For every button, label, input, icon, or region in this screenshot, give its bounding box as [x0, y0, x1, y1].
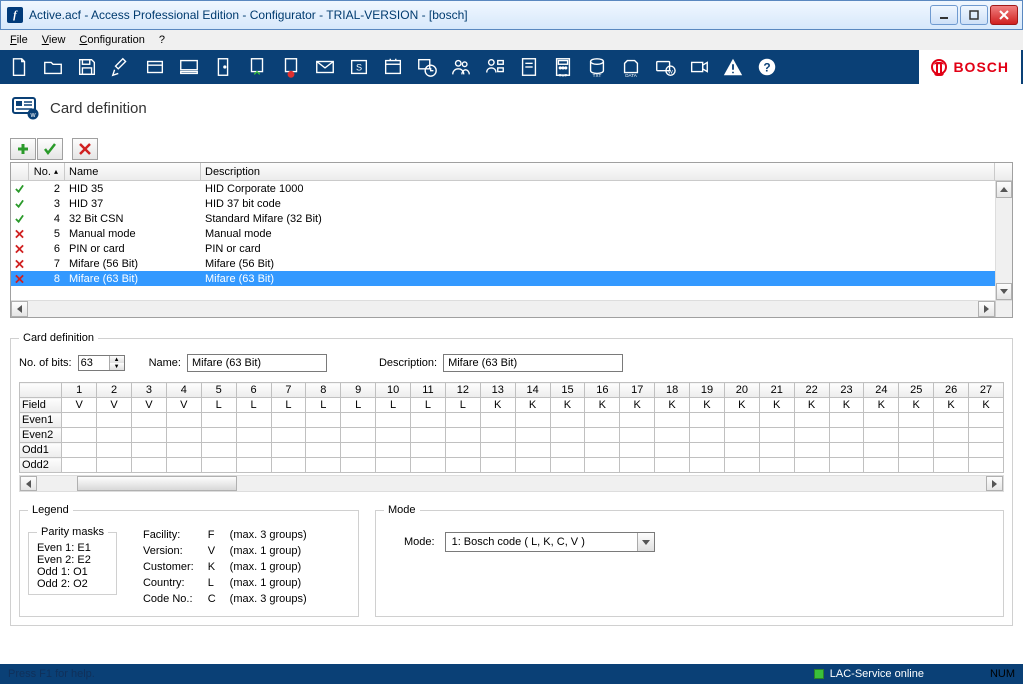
menu-file[interactable]: File [4, 32, 34, 48]
menu-configuration[interactable]: Configuration [73, 32, 150, 48]
calendar-icon[interactable] [376, 50, 410, 84]
parity-masks: Parity masks Even 1: E1Even 2: E2Odd 1: … [28, 526, 117, 595]
bosch-logo: BOSCH [919, 50, 1021, 84]
status-bar: Press F1 for help. LAC-Service online NU… [0, 664, 1023, 684]
service-status: LAC-Service online [830, 668, 924, 680]
help-icon[interactable]: ? [750, 50, 784, 84]
persons-icon[interactable] [444, 50, 478, 84]
name-label: Name: [149, 357, 181, 369]
open-icon[interactable] [36, 50, 70, 84]
legend-table: Facility:F(max. 3 groups)Version:V(max. … [135, 526, 315, 608]
schedule-icon[interactable]: S [342, 50, 376, 84]
svg-text:?: ? [763, 61, 770, 75]
service-led-icon [814, 669, 824, 679]
col-desc[interactable]: Description [201, 163, 995, 180]
save-icon[interactable] [70, 50, 104, 84]
table-row[interactable]: 8Mifare (63 Bit)Mifare (63 Bit) [11, 271, 1012, 286]
add-row-button[interactable] [10, 138, 36, 160]
mode-combo[interactable]: 1: Bosch code ( L, K, C, V ) [445, 532, 655, 552]
main-toolbar: S TXT TXT DATA w ? BOSCH [0, 50, 1023, 84]
calculator-icon[interactable]: TXT [546, 50, 580, 84]
bit-table[interactable]: 1234567891011121314151617181920212223242… [19, 382, 1004, 473]
svg-text:w: w [29, 112, 36, 119]
mail-icon[interactable] [308, 50, 342, 84]
menu-bar: File View Configuration ? [0, 30, 1023, 50]
delete-row-button[interactable] [72, 138, 98, 160]
close-button[interactable] [990, 5, 1018, 25]
menu-view[interactable]: View [36, 32, 72, 48]
apply-row-button[interactable] [37, 138, 63, 160]
clock-icon[interactable] [410, 50, 444, 84]
card-definition-fieldset: Card definition No. of bits: ▲▼ Name: De… [10, 332, 1013, 626]
settings-icon[interactable] [104, 50, 138, 84]
svg-text:TXT: TXT [593, 73, 602, 78]
page-title: Card definition [50, 100, 147, 117]
col-no[interactable]: No. ▴ [29, 163, 65, 180]
desc-label: Description: [379, 357, 437, 369]
bit-hscrollbar[interactable] [19, 475, 1004, 492]
bits-spinner[interactable]: ▲▼ [78, 355, 125, 371]
warning-icon[interactable] [716, 50, 750, 84]
legend-fieldset: Legend Parity masks Even 1: E1Even 2: E2… [19, 504, 359, 617]
menu-help[interactable]: ? [153, 32, 171, 48]
window-titlebar: f Active.acf - Access Professional Editi… [0, 0, 1023, 30]
camera-icon[interactable] [682, 50, 716, 84]
door-icon[interactable] [206, 50, 240, 84]
svg-text:DATA: DATA [625, 73, 637, 78]
card-grid[interactable]: No. ▴ Name Description 2HID 35HID Corpor… [10, 162, 1013, 318]
spin-up-icon[interactable]: ▲ [109, 356, 124, 363]
desc-input[interactable] [443, 354, 623, 372]
minimize-button[interactable] [930, 5, 958, 25]
page-icon: w [12, 96, 40, 120]
numlock-indicator: NUM [990, 668, 1015, 680]
reader-down-icon[interactable] [274, 50, 308, 84]
window-title: Active.acf - Access Professional Edition… [29, 8, 930, 22]
svg-text:S: S [356, 63, 362, 73]
card-def-icon[interactable]: w [648, 50, 682, 84]
dropdown-arrow-icon[interactable] [637, 533, 654, 551]
spin-down-icon[interactable]: ▼ [109, 363, 124, 370]
controller-icon[interactable] [138, 50, 172, 84]
col-status[interactable] [11, 163, 29, 180]
person-tree-icon[interactable] [478, 50, 512, 84]
table-row[interactable]: 5Manual modeManual mode [11, 226, 1012, 241]
name-input[interactable] [187, 354, 327, 372]
table-row[interactable]: 2HID 35HID Corporate 1000 [11, 181, 1012, 196]
svg-text:w: w [667, 68, 673, 75]
new-icon[interactable] [2, 50, 36, 84]
data-icon[interactable]: DATA [614, 50, 648, 84]
col-name[interactable]: Name [65, 163, 201, 180]
reader-up-icon[interactable] [240, 50, 274, 84]
report1-icon[interactable] [512, 50, 546, 84]
svg-text:TXT: TXT [559, 73, 568, 78]
table-row[interactable]: 6PIN or cardPIN or card [11, 241, 1012, 256]
table-row[interactable]: 3HID 37HID 37 bit code [11, 196, 1012, 211]
app-icon: f [7, 7, 23, 23]
table-row[interactable]: 7Mifare (56 Bit)Mifare (56 Bit) [11, 256, 1012, 271]
bits-label: No. of bits: [19, 357, 72, 369]
db-icon[interactable]: TXT [580, 50, 614, 84]
grid-vscrollbar[interactable] [995, 181, 1012, 300]
mode-fieldset: Mode Mode: 1: Bosch code ( L, K, C, V ) [375, 504, 1004, 617]
grid-hscrollbar[interactable] [11, 300, 1012, 317]
entrance-icon[interactable] [172, 50, 206, 84]
maximize-button[interactable] [960, 5, 988, 25]
table-row[interactable]: 432 Bit CSNStandard Mifare (32 Bit) [11, 211, 1012, 226]
status-help: Press F1 for help. [8, 668, 95, 680]
